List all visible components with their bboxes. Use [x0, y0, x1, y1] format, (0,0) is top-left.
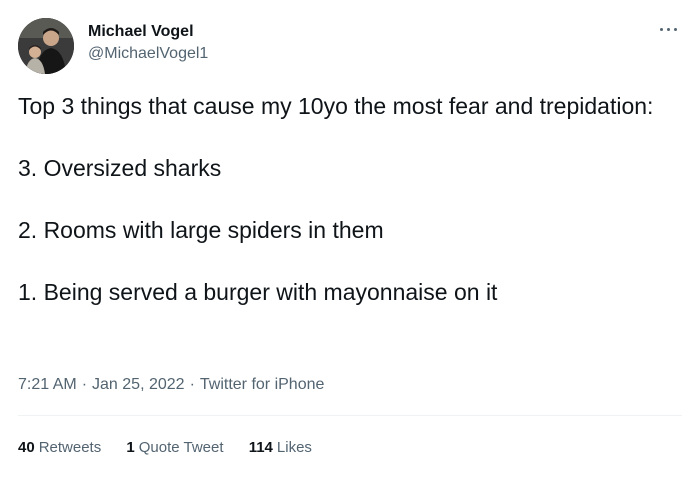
meta-separator: ·: [81, 376, 88, 393]
likes-count: 114: [248, 439, 273, 456]
tweet-date[interactable]: Jan 25, 2022: [92, 376, 185, 393]
more-dot: [667, 28, 670, 31]
more-options-button[interactable]: [656, 18, 682, 40]
avatar-photo-icon: [18, 18, 74, 74]
author-names: Michael Vogel @MichaelVogel1: [88, 22, 208, 64]
quote-tweets-stat[interactable]: 1 Quote Tweet: [126, 438, 223, 458]
tweet-line: 3. Oversized sharks: [18, 155, 222, 181]
retweets-count: 40: [18, 439, 35, 456]
quotes-count: 1: [126, 439, 135, 456]
tweet-card: Michael Vogel @MichaelVogel1 Top 3 thing…: [0, 0, 700, 484]
tweet-source[interactable]: Twitter for iPhone: [200, 376, 325, 393]
retweets-label: Retweets: [38, 439, 102, 456]
divider: [18, 415, 682, 416]
tweet-text: Top 3 things that cause my 10yo the most…: [18, 91, 678, 307]
display-name[interactable]: Michael Vogel: [88, 22, 208, 42]
tweet-line: 2. Rooms with large spiders in them: [18, 217, 384, 243]
tweet-line: 1. Being served a burger with mayonnaise…: [18, 279, 498, 305]
meta-separator: ·: [189, 376, 195, 393]
quotes-label: Quote Tweet: [138, 439, 224, 456]
tweet-time[interactable]: 7:21 AM: [18, 376, 77, 393]
tweet-metadata: 7:21 AM · Jan 25, 2022 · Twitter for iPhone: [18, 375, 324, 395]
more-horizontal-icon: [660, 28, 663, 31]
tweet-header: Michael Vogel @MichaelVogel1: [18, 18, 682, 74]
likes-stat[interactable]: 114 Likes: [249, 438, 312, 458]
more-dot: [674, 28, 677, 31]
avatar[interactable]: [18, 18, 74, 74]
tweet-stats: 40 Retweets 1 Quote Tweet 114 Likes: [18, 438, 333, 458]
tweet-line: Top 3 things that cause my 10yo the most…: [18, 93, 654, 119]
user-handle[interactable]: @MichaelVogel1: [88, 44, 208, 64]
likes-label: Likes: [276, 439, 312, 456]
retweets-stat[interactable]: 40 Retweets: [18, 438, 101, 458]
